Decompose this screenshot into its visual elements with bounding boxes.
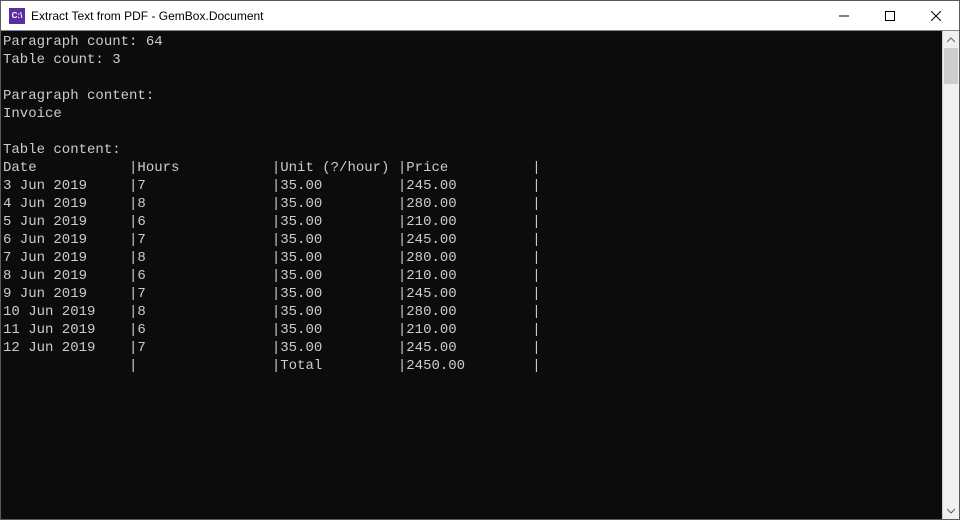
window-title: Extract Text from PDF - GemBox.Document	[31, 9, 264, 23]
client-area: Paragraph count: 64 Table count: 3 Parag…	[1, 31, 959, 519]
maximize-icon	[885, 11, 895, 21]
minimize-button[interactable]	[821, 1, 867, 30]
app-icon: C:\	[9, 8, 25, 24]
minimize-icon	[839, 11, 849, 21]
app-window: C:\ Extract Text from PDF - GemBox.Docum…	[0, 0, 960, 520]
vertical-scrollbar[interactable]	[942, 31, 959, 519]
close-button[interactable]	[913, 1, 959, 30]
close-icon	[931, 11, 941, 21]
scroll-thumb[interactable]	[944, 48, 958, 84]
scroll-down-arrow-icon[interactable]	[943, 502, 959, 519]
maximize-button[interactable]	[867, 1, 913, 30]
titlebar[interactable]: C:\ Extract Text from PDF - GemBox.Docum…	[1, 1, 959, 31]
scroll-up-arrow-icon[interactable]	[943, 31, 959, 48]
console-output: Paragraph count: 64 Table count: 3 Parag…	[1, 31, 942, 519]
window-controls	[821, 1, 959, 30]
